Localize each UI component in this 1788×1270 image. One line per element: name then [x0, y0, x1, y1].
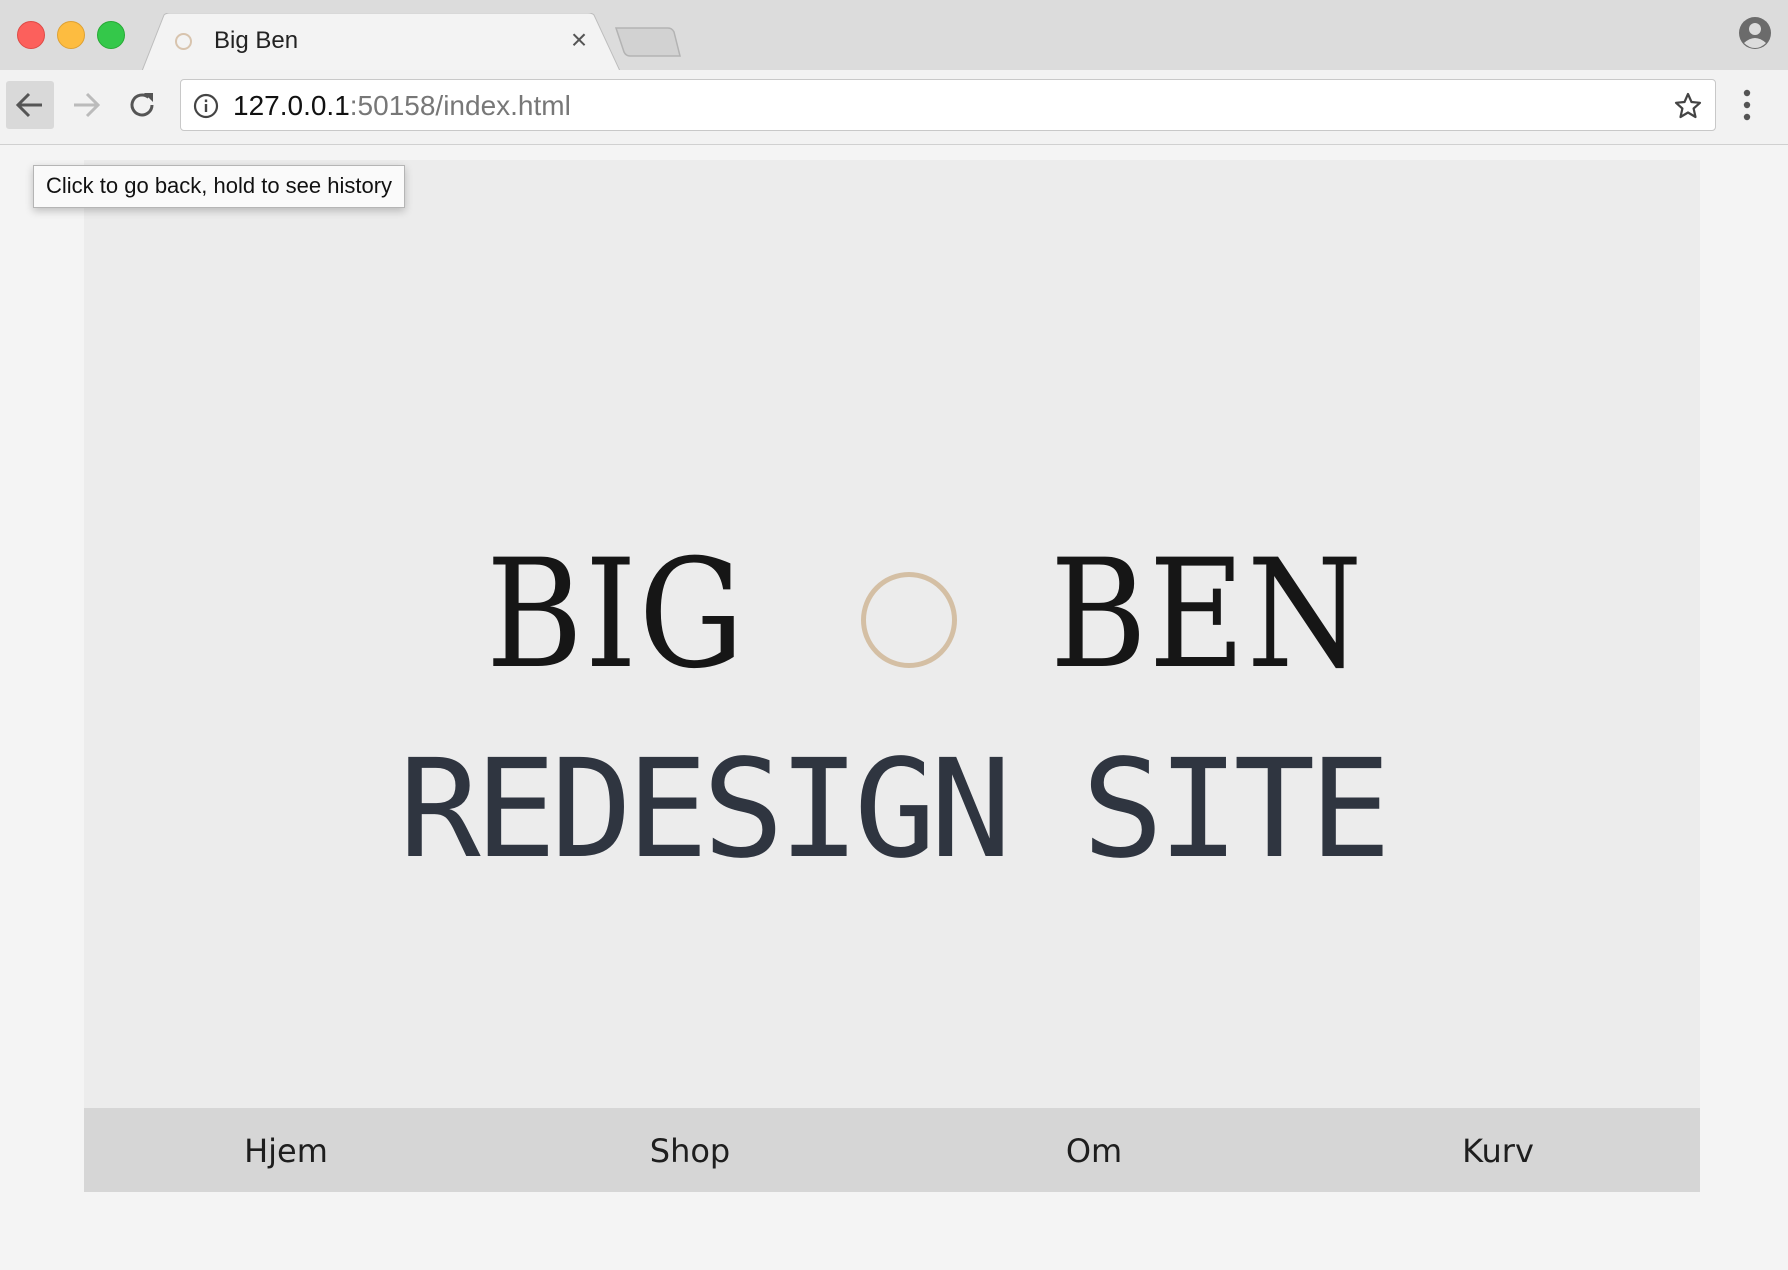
brand-logo: BIG BEN: [84, 540, 1700, 690]
brand-word-ben: BEN: [1050, 528, 1365, 702]
tab-close-icon[interactable]: ×: [562, 23, 596, 57]
maximize-window-button[interactable]: [97, 21, 125, 49]
arrow-left-icon: [15, 92, 42, 118]
profile-icon[interactable]: [1738, 16, 1772, 55]
nav-link-shop[interactable]: Shop: [488, 1132, 892, 1170]
hero-section: BIG BEN REDESIGN SITE: [84, 160, 1700, 1110]
new-tab-button[interactable]: [612, 24, 684, 65]
browser-toolbar: 127.0.0.1:50158/index.html: [0, 70, 1788, 145]
vertical-dots-icon[interactable]: [1742, 88, 1752, 122]
back-button-tooltip: Click to go back, hold to see history: [33, 165, 406, 208]
hero-subtitle: REDESIGN SITE: [398, 731, 1391, 889]
ring-icon: [861, 572, 957, 668]
arrow-right-icon: [74, 92, 101, 118]
url-host: 127.0.0.1: [233, 90, 350, 121]
web-page: BIG BEN REDESIGN SITE Hjem Shop Om Kurv: [0, 145, 1788, 1270]
site-navigation: Hjem Shop Om Kurv: [84, 1108, 1700, 1192]
nav-link-hjem[interactable]: Hjem: [84, 1132, 488, 1170]
url-path: :50158/index.html: [349, 90, 571, 121]
back-button[interactable]: [6, 81, 54, 129]
tab-strip: Big Ben ×: [0, 0, 1788, 71]
forward-button[interactable]: [62, 81, 110, 129]
url-text: 127.0.0.1:50158/index.html: [233, 90, 571, 122]
brand-word-big: BIG: [486, 528, 746, 702]
favicon-icon: [175, 33, 192, 50]
reload-icon: [130, 93, 154, 117]
browser-tab[interactable]: Big Ben ×: [142, 13, 620, 71]
minimize-window-button[interactable]: [57, 21, 85, 49]
info-icon[interactable]: [193, 93, 219, 119]
nav-link-kurv[interactable]: Kurv: [1296, 1132, 1700, 1170]
star-icon[interactable]: [1673, 91, 1703, 121]
nav-link-om[interactable]: Om: [892, 1132, 1296, 1170]
close-window-button[interactable]: [17, 21, 45, 49]
tab-title: Big Ben: [214, 27, 299, 54]
address-bar[interactable]: 127.0.0.1:50158/index.html: [180, 79, 1716, 131]
reload-button[interactable]: [118, 81, 166, 129]
